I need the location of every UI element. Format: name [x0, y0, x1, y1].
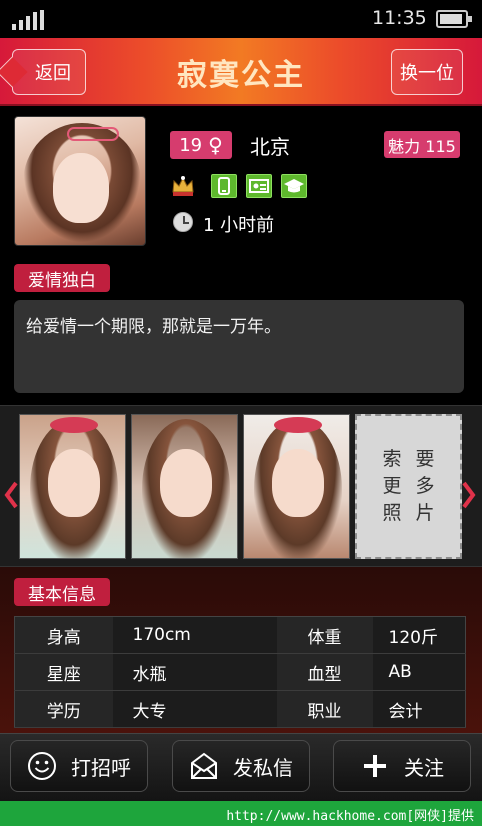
info-label: 血型: [276, 653, 373, 691]
greet-button[interactable]: 打招呼: [10, 740, 148, 792]
plus-icon: [364, 755, 386, 777]
watermark-footer: http://www.hackhome.com[网侠]提供: [0, 801, 482, 826]
photo-thumbnail[interactable]: [19, 414, 126, 559]
monologue-text: 给爱情一个期限，那就是一万年。: [14, 300, 464, 393]
female-icon: ♀: [208, 133, 223, 157]
info-label: 星座: [14, 653, 113, 691]
info-value: 120斤: [372, 616, 466, 654]
info-value: 水瓶: [112, 653, 277, 691]
status-bar: 11:35: [0, 0, 482, 38]
monologue-heading: 爱情独白: [14, 264, 110, 292]
table-row: 星座 水瓶 血型 AB: [14, 653, 466, 691]
more-card-char: 更: [382, 475, 402, 497]
follow-button[interactable]: 关注: [333, 740, 471, 792]
follow-label: 关注: [404, 755, 444, 780]
watermark-text: http://www.hackhome.com[网侠]提供: [226, 809, 474, 824]
info-value: 170cm: [112, 616, 277, 654]
charm-badge: 魅力 115: [384, 131, 460, 158]
more-card-char: 片: [415, 502, 435, 524]
message-label: 发私信: [233, 755, 293, 780]
graduation-cap-icon: [281, 174, 307, 198]
age-value: 19: [179, 134, 203, 156]
info-label: 学历: [14, 690, 113, 728]
switch-person-button[interactable]: 换一位: [391, 49, 463, 95]
id-card-icon: [246, 174, 272, 198]
more-card-char: 多: [415, 475, 435, 497]
status-time: 11:35: [372, 7, 427, 29]
battery-icon: [436, 10, 472, 28]
avatar[interactable]: [14, 116, 146, 246]
chevron-right-icon[interactable]: [462, 480, 476, 510]
more-card-char: 照: [382, 502, 402, 524]
photo-thumbnail[interactable]: [131, 414, 238, 559]
message-button[interactable]: 发私信: [172, 740, 310, 792]
age-gender-badge: 19 ♀: [170, 131, 232, 159]
city-label: 北京: [250, 135, 290, 159]
crown-icon: [172, 176, 194, 196]
more-card-char: 索: [382, 448, 402, 470]
info-value: AB: [372, 653, 466, 691]
basic-info-table: 身高 170cm 体重 120斤 星座 水瓶 血型 AB 学历 大专 职业 会计: [14, 616, 466, 728]
request-more-photos-card[interactable]: 索 更 照 要 多 片: [355, 414, 462, 559]
chevron-left-icon[interactable]: [4, 480, 18, 510]
info-value: 大专: [112, 690, 277, 728]
signal-icon: [12, 10, 44, 30]
info-label: 职业: [276, 690, 373, 728]
clock-icon: [173, 212, 193, 232]
basic-info-heading: 基本信息: [14, 578, 110, 606]
info-label: 身高: [14, 616, 113, 654]
title-bar: 返回 寂寞公主 换一位: [0, 38, 482, 106]
photo-thumbnail[interactable]: [243, 414, 350, 559]
info-value: 会计: [372, 690, 466, 728]
more-card-char: 要: [415, 448, 435, 470]
table-row: 学历 大专 职业 会计: [14, 690, 466, 728]
table-row: 身高 170cm 体重 120斤: [14, 616, 466, 654]
smile-icon: [28, 752, 56, 780]
greet-label: 打招呼: [71, 755, 131, 780]
photo-strip[interactable]: 索 更 照 要 多 片: [0, 405, 482, 567]
phone-icon: [211, 174, 237, 198]
bottom-action-bar: 打招呼 发私信 关注: [0, 733, 482, 801]
envelope-icon: [191, 752, 217, 779]
info-label: 体重: [276, 616, 373, 654]
last-active-time: 1 小时前: [203, 215, 275, 236]
